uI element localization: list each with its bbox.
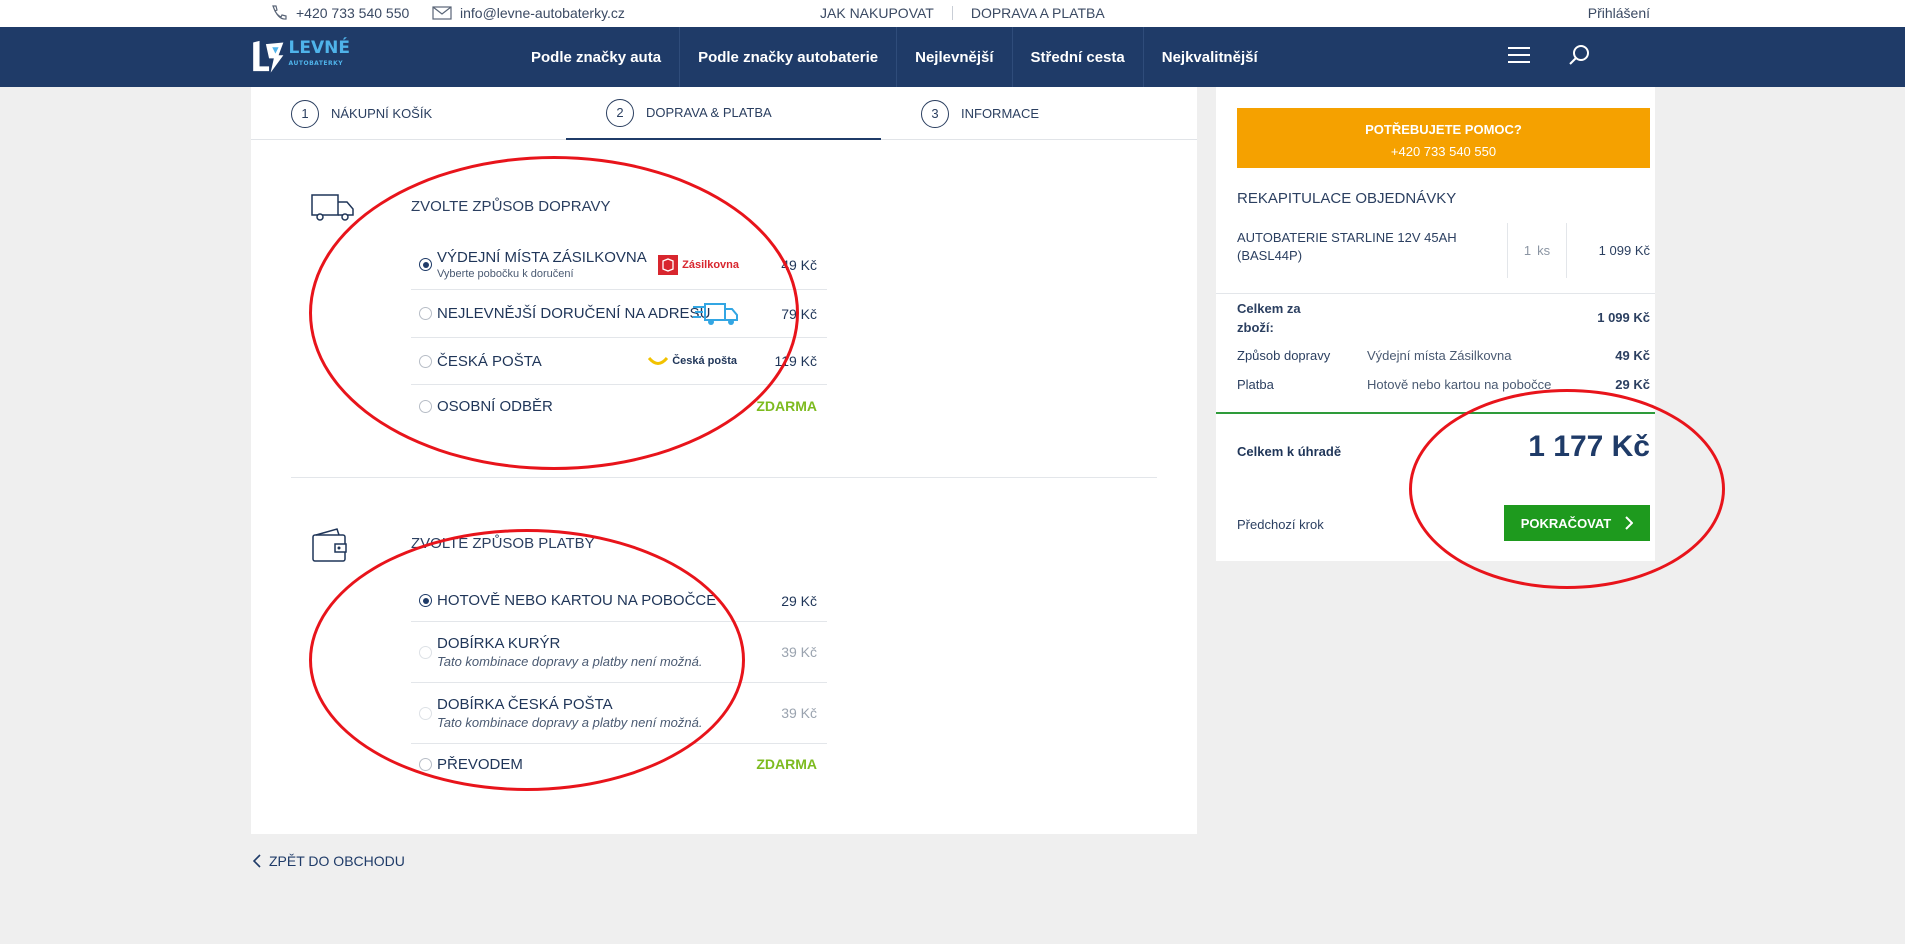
- section-divider: [291, 477, 1157, 478]
- help-box[interactable]: Potřebujete pomoc? +420 733 540 550: [1237, 108, 1650, 168]
- item-price: 1 099 Kč: [1598, 243, 1650, 258]
- step-number: 3: [921, 99, 949, 128]
- step-information[interactable]: 3 Informace: [921, 87, 1039, 140]
- top-bar: +420 733 540 550 info@levne-autobaterky.…: [0, 0, 1905, 27]
- option-price: 39 Kč: [781, 644, 817, 660]
- goods-label: Celkem za zboží:: [1237, 301, 1301, 335]
- contact-email[interactable]: info@levne-autobaterky.cz: [432, 5, 625, 21]
- total-label: Celkem k úhradě: [1237, 444, 1342, 459]
- hamburger-menu-icon[interactable]: [1508, 47, 1530, 63]
- wallet-icon: [312, 528, 347, 562]
- recap-title: Rekapitulace objednávky: [1237, 190, 1457, 207]
- help-phone[interactable]: +420 733 540 550: [1237, 141, 1650, 163]
- step-label: Informace: [961, 106, 1039, 121]
- annotation-ellipse-shipping: [309, 156, 799, 470]
- link-how-to-buy[interactable]: JAK NAKUPOVAT: [802, 5, 952, 21]
- step-cart[interactable]: 1 Nákupní košík: [291, 87, 432, 140]
- site-logo[interactable]: LEVNÉ AUTOBATERKY: [250, 32, 350, 80]
- phone-icon: [272, 5, 287, 20]
- option-price: 29 Kč: [781, 592, 817, 609]
- shipping-name: Výdejní místa Zásilkovna: [1367, 348, 1512, 363]
- login-link[interactable]: Přihlášení: [1588, 5, 1650, 21]
- checkout-steps: 1 Nákupní košík 2 Doprava & platba 3 Inf…: [251, 87, 1197, 140]
- payment-name: Hotově nebo kartou na pobočce: [1367, 377, 1552, 392]
- step-number: 2: [606, 98, 634, 127]
- nav-menu: Podle značky auta Podle značky autobater…: [513, 27, 1276, 87]
- nav-item-by-battery-brand[interactable]: Podle značky autobaterie: [680, 27, 898, 87]
- main-nav: LEVNÉ AUTOBATERKY Podle značky auta Podl…: [0, 27, 1905, 87]
- search-icon[interactable]: [1568, 43, 1592, 67]
- link-shipping-payment[interactable]: DOPRAVA A PLATBA: [953, 5, 1123, 21]
- step-shipping-payment[interactable]: 2 Doprava & platba: [566, 87, 881, 140]
- goods-total-row: Celkem za zboží: 1 099 Kč: [1237, 299, 1650, 337]
- phone-text[interactable]: +420 733 540 550: [296, 5, 409, 21]
- truck-icon: [311, 194, 354, 221]
- top-links: JAK NAKUPOVAT DOPRAVA A PLATBA: [802, 5, 1123, 21]
- previous-step-link[interactable]: Předchozí krok: [1237, 517, 1324, 532]
- goods-value: 1 099 Kč: [1597, 310, 1650, 325]
- step-number: 1: [291, 99, 319, 128]
- email-text[interactable]: info@levne-autobaterky.cz: [460, 5, 625, 21]
- option-price: Zdarma: [756, 756, 817, 772]
- logo-mark-icon: [253, 40, 284, 73]
- order-item: Autobaterie STARLINE 12V 45AH (BASL44P) …: [1237, 223, 1650, 278]
- item-quantity: 1 ks: [1507, 223, 1567, 278]
- logo-wordmark: LEVNÉ AUTOBATERKY: [288, 38, 350, 68]
- back-label: Zpět do obchodu: [269, 853, 405, 869]
- back-to-shop-link[interactable]: Zpět do obchodu: [253, 853, 405, 869]
- help-title: Potřebujete pomoc?: [1365, 122, 1522, 137]
- payment-label: Platba: [1237, 377, 1274, 392]
- contact-phone[interactable]: +420 733 540 550: [270, 5, 409, 21]
- nav-item-best-quality[interactable]: Nejkvalitnější: [1144, 27, 1276, 87]
- nav-item-by-car-brand[interactable]: Podle značky auta: [513, 27, 681, 87]
- divider: [1216, 293, 1655, 294]
- payment-price: 29 Kč: [1615, 377, 1650, 392]
- option-price: Zdarma: [756, 398, 817, 414]
- step-label: Nákupní košík: [331, 106, 433, 121]
- step-label: Doprava & platba: [646, 105, 772, 120]
- item-name: Autobaterie STARLINE 12V 45AH (BASL44P): [1237, 230, 1457, 263]
- nav-item-cheapest[interactable]: Nejlevnější: [897, 27, 1013, 87]
- chevron-left-icon: [253, 854, 261, 868]
- shipping-label: Způsob dopravy: [1237, 348, 1331, 363]
- shipping-price: 49 Kč: [1615, 348, 1650, 363]
- option-price: 39 Kč: [781, 705, 817, 721]
- annotation-ellipse-total: [1409, 389, 1725, 589]
- annotation-ellipse-payment: [309, 529, 745, 791]
- nav-item-middle[interactable]: Střední cesta: [1013, 27, 1144, 87]
- mail-icon: [432, 6, 452, 20]
